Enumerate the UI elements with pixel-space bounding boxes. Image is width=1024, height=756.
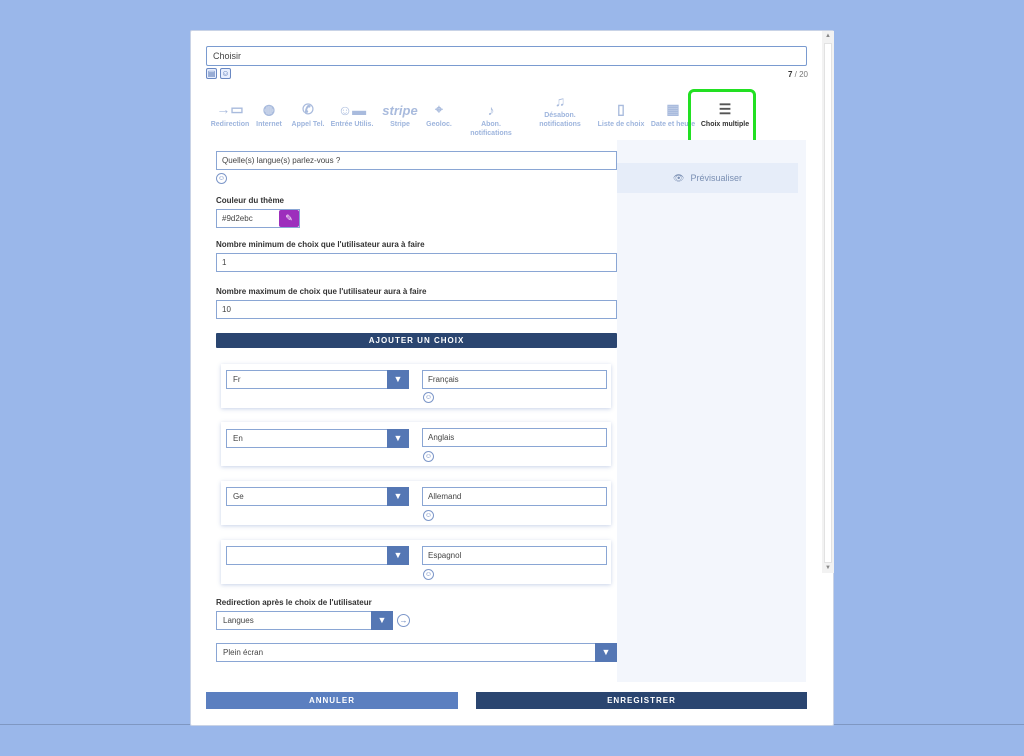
display-mode-value: Plein écran [223,648,264,657]
max-choices-label: Nombre maximum de choix que l'utilisateu… [216,287,427,296]
chevron-down-icon[interactable]: ▼ [387,429,409,448]
cancel-button[interactable]: ANNULER [206,692,458,709]
emoji-icon[interactable]: ☺ [423,510,434,521]
tool-label: Abon. notifications [470,121,512,137]
max-choices-input[interactable]: 10 [216,300,617,319]
choice-text-input[interactable]: Anglais [422,428,607,447]
emoji-icon[interactable]: ☺ [423,451,434,462]
scrollbar-thumb[interactable] [824,43,832,563]
counter-current: 7 [787,70,793,79]
bell-off-icon: ♫ [554,93,566,109]
emoji-icon[interactable]: ☺ [216,173,227,184]
display-mode-select[interactable]: Plein écran ▼ [216,643,617,662]
min-choices-input[interactable]: 1 [216,253,617,272]
tool-geoloc[interactable]: ⌖ Geoloc. [411,92,467,129]
tool-label: Liste de choix [597,121,645,128]
min-choices-label: Nombre minimum de choix que l'utilisateu… [216,240,425,249]
chevron-down-icon[interactable]: ▼ [371,611,393,630]
chevron-down-icon[interactable]: ▼ [387,546,409,565]
chevron-down-icon[interactable]: ▼ [387,487,409,506]
choice-code-select[interactable]: ▼ [226,546,409,565]
scroll-up-icon[interactable]: ▲ [825,33,831,39]
tool-subscribe-notifications[interactable]: ♪ Abon. notifications [461,92,521,138]
emoji-icon[interactable]: ☺ [220,68,231,79]
chevron-down-icon[interactable]: ▼ [387,370,409,389]
location-pin-icon: ⌖ [435,101,443,117]
choice-code-value: En [233,434,243,443]
save-button[interactable]: ENREGISTRER [476,692,807,709]
tool-unsubscribe-notifications[interactable]: ♫ Désabon. notifications [532,92,588,129]
modal-scrollbar[interactable]: ▲ ▼ [822,31,834,573]
block-title-input[interactable]: Choisir [206,46,807,66]
choice-code-select[interactable]: Fr ▼ [226,370,409,389]
emoji-icon[interactable]: ☺ [423,392,434,403]
choice-text-input[interactable]: Espagnol [422,546,607,565]
tool-label: Désabon. notifications [539,112,581,128]
choice-code-value: Fr [233,375,241,384]
question-input[interactable]: Quelle(s) langue(s) parlez-vous ? [216,151,617,170]
color-picker-icon[interactable]: ✎ [279,210,299,227]
choice-code-select[interactable]: En ▼ [226,429,409,448]
variable-icon[interactable]: ▤ [206,68,217,79]
choice-code-value: Ge [233,492,244,501]
list-icon: ▯ [617,101,625,117]
tool-choice-list[interactable]: ▯ Liste de choix [593,92,649,129]
tool-label: Geoloc. [426,121,452,128]
bell-plus-icon: ♪ [487,102,495,118]
chevron-down-icon[interactable]: ▼ [595,643,617,662]
eye-icon: 👁 [673,172,685,183]
emoji-icon[interactable]: ☺ [423,569,434,580]
go-to-block-icon[interactable]: → [397,614,410,627]
choice-code-select[interactable]: Ge ▼ [226,487,409,506]
choice-text-input[interactable]: Français [422,370,607,389]
choice-text-input[interactable]: Allemand [422,487,607,506]
redirect-select[interactable]: Langues ▼ [216,611,393,630]
title-tools: ▤ ☺ [206,68,231,79]
redirect-value: Langues [223,616,254,625]
add-choice-button[interactable]: AJOUTER UN CHOIX [216,333,617,348]
counter-total: / 20 [794,70,808,79]
theme-color-label: Couleur du thème [216,196,285,205]
preview-button[interactable]: 👁 Prévisualiser [617,163,798,193]
preview-label: Prévisualiser [690,173,742,183]
scroll-down-icon[interactable]: ▼ [825,565,831,571]
redirect-label: Redirection après le choix de l'utilisat… [216,598,372,607]
character-counter: 7 / 20 [760,70,808,79]
